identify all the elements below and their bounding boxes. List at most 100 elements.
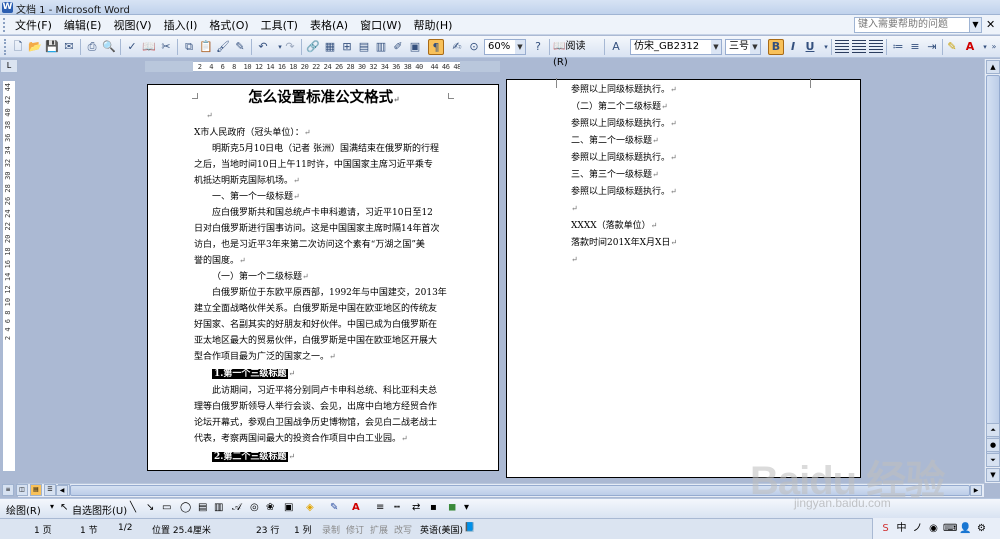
font-size-combo[interactable]: 三号 ▼: [725, 39, 761, 55]
ime-keyboard-icon[interactable]: ⌨: [943, 522, 957, 535]
close-document-icon[interactable]: ✕: [986, 18, 995, 31]
document-heading-1[interactable]: 一、第一个一级标题↵: [212, 189, 300, 206]
menu-table[interactable]: 表格(A): [304, 18, 354, 33]
font-size-dropdown-icon[interactable]: ▼: [750, 40, 760, 54]
oval-icon[interactable]: ◯: [180, 502, 191, 513]
wordart-icon[interactable]: 𝒜: [232, 502, 241, 513]
insert-excel-icon[interactable]: ▤: [356, 39, 372, 55]
ime-settings-icon[interactable]: ⚙: [975, 522, 988, 535]
document-line[interactable]: X市人民政府（冠头单位）：↵: [194, 125, 311, 142]
menu-window[interactable]: 窗口(W): [354, 18, 407, 33]
line-style-icon[interactable]: ≡: [376, 502, 384, 513]
document-line[interactable]: 参照以上同级标题执行。↵: [571, 116, 677, 133]
fill-color-icon[interactable]: ◈: [306, 502, 314, 513]
empty-paragraph[interactable]: ↵: [206, 108, 213, 125]
menubar-grip[interactable]: [3, 18, 6, 32]
font-name-combo[interactable]: 仿宋_GB2312 ▼: [630, 39, 722, 55]
columns-icon[interactable]: ▥: [373, 39, 389, 55]
ink-comments-icon[interactable]: ✍: [449, 39, 465, 55]
status-track-changes[interactable]: 修订: [346, 523, 364, 536]
align-right-icon[interactable]: [869, 40, 883, 54]
status-overtype[interactable]: 改写: [394, 523, 412, 536]
bullets-icon[interactable]: ≡: [907, 39, 923, 55]
horizontal-scroll-thumb[interactable]: [70, 485, 970, 496]
font-name-dropdown-icon[interactable]: ▼: [711, 40, 721, 54]
zoom-combo[interactable]: 60% ▼: [484, 39, 526, 55]
italic-button[interactable]: I: [785, 39, 801, 55]
highlight-icon[interactable]: ✎: [944, 39, 960, 55]
status-record[interactable]: 录制: [322, 523, 340, 536]
help-search-input[interactable]: 键入需要帮助的问题: [854, 17, 970, 33]
numbering-icon[interactable]: ≔: [890, 39, 906, 55]
web-view-icon[interactable]: ◫: [16, 484, 28, 496]
browse-object-icon[interactable]: ●: [986, 438, 1000, 452]
empty-paragraph[interactable]: ↵: [571, 252, 578, 269]
document-line[interactable]: 好国家、名副其实的好朋友和好伙伴。中国已成为白俄罗斯在: [194, 317, 437, 334]
word-app-icon[interactable]: W: [2, 2, 13, 13]
document-line[interactable]: 之后，当地时间10日上午11时许，中国国家主席习近平乘专: [194, 157, 433, 174]
bold-button[interactable]: B: [768, 39, 784, 55]
help-icon[interactable]: ?: [530, 39, 546, 55]
zoom-icon[interactable]: ⊙: [466, 39, 482, 55]
clipart-icon[interactable]: ❀: [266, 502, 274, 513]
normal-view-icon[interactable]: ≡: [2, 484, 14, 496]
vertical-scrollbar[interactable]: ▲ ⏶ ● ⏷ ▼: [984, 59, 1000, 483]
print-view-icon[interactable]: ▤: [30, 484, 42, 496]
redo-icon[interactable]: ↷: [282, 39, 298, 55]
menu-edit[interactable]: 编辑(E): [58, 18, 108, 33]
underline-button[interactable]: U: [802, 39, 818, 55]
menu-file[interactable]: 文件(F): [9, 18, 58, 33]
drawing-icon[interactable]: ✐: [390, 39, 406, 55]
scroll-down-icon[interactable]: ▼: [986, 468, 1000, 482]
read-mode-button[interactable]: 📖阅读(R): [553, 39, 599, 68]
document-line[interactable]: 参照以上同级标题执行。↵: [571, 184, 677, 201]
arrow-icon[interactable]: ↘: [146, 502, 154, 513]
document-heading-1[interactable]: 二、第二个一级标题↵: [571, 133, 659, 150]
document-line[interactable]: 机抵达明斯克国际机场。↵: [194, 173, 300, 190]
dash-style-icon[interactable]: ┅: [394, 502, 400, 513]
document-page-1[interactable]: 怎么设置标准公文格式↵ ↵ X市人民政府（冠头单位）：↵ 明斯克5月10日电（记…: [147, 84, 499, 471]
vertical-textbox-icon[interactable]: ▥: [214, 502, 223, 513]
print-preview-icon[interactable]: 🔍: [101, 39, 117, 55]
tab-selector[interactable]: L: [0, 59, 18, 73]
document-page-2[interactable]: 参照以上同级标题执行。↵ （二）第二个二级标题↵ 参照以上同级标题执行。↵ 二、…: [506, 78, 861, 478]
sogou-icon[interactable]: S: [879, 522, 892, 535]
styles-icon[interactable]: A: [608, 39, 624, 55]
date-line[interactable]: 落款时间201X年X月X日↵: [571, 235, 677, 252]
hyperlink-icon[interactable]: 🔗: [305, 39, 321, 55]
document-line[interactable]: 此访期间，习近平将分别同卢卡申科总统、科比亚科夫总: [212, 383, 437, 400]
select-objects-icon[interactable]: ↖: [60, 502, 68, 513]
scroll-right-icon[interactable]: ▶: [970, 485, 982, 496]
arrow-style-icon[interactable]: ⇄: [412, 502, 420, 513]
textbox-icon[interactable]: ▤: [198, 502, 207, 513]
paste-format-icon[interactable]: ✎: [232, 39, 248, 55]
document-line[interactable]: 参照以上同级标题执行。↵: [571, 82, 677, 99]
vertical-scroll-thumb[interactable]: [986, 75, 1000, 455]
ime-chinese-icon[interactable]: 中: [895, 522, 908, 535]
zoom-dropdown-icon[interactable]: ▼: [515, 40, 525, 54]
ime-fullwidth-icon[interactable]: ◉: [927, 522, 940, 535]
document-line[interactable]: 代表，考察两国间最大的投资合作项目中白工业园。↵: [194, 431, 408, 448]
ime-punct-icon[interactable]: ノ: [911, 522, 924, 535]
status-extend[interactable]: 扩展: [370, 523, 388, 536]
cut-icon[interactable]: ✂: [158, 39, 174, 55]
autoshapes-menu[interactable]: 自选图形(U): [72, 502, 127, 517]
open-folder-icon[interactable]: 📂: [27, 39, 43, 55]
save-icon[interactable]: 💾: [44, 39, 60, 55]
toolbar-grip[interactable]: [4, 39, 8, 55]
horizontal-ruler[interactable]: 6 4 2 2 4 6 8 10 12 14 16 18 20 22 24 26…: [145, 61, 500, 72]
paste-icon[interactable]: 📋: [198, 39, 214, 55]
vertical-ruler[interactable]: 2 4 6 8 10 12 14 16 18 20 22 24 26 28 30…: [2, 80, 16, 472]
permission-icon[interactable]: ✉: [61, 39, 77, 55]
undo-icon[interactable]: ↶: [255, 39, 271, 55]
menu-help[interactable]: 帮助(H): [408, 18, 459, 33]
insert-table-icon[interactable]: ⊞: [339, 39, 355, 55]
document-line[interactable]: 白俄罗斯位于东欧平原西部，1992年与中国建交，2013年: [212, 285, 447, 302]
line-icon[interactable]: ╲: [130, 502, 136, 513]
show-hide-icon[interactable]: ¶: [428, 39, 444, 55]
document-line[interactable]: 型合作项目最为广泛的国家之一。↵: [194, 349, 336, 366]
help-dropdown-icon[interactable]: ▼: [970, 17, 982, 33]
draw-menu-dropdown-icon[interactable]: ▾: [50, 502, 54, 511]
document-heading-1[interactable]: 三、第三个一级标题↵: [571, 167, 659, 184]
horizontal-scrollbar[interactable]: ≡ ◫ ▤ ☰ ▭ ◀ ▶: [2, 483, 984, 497]
